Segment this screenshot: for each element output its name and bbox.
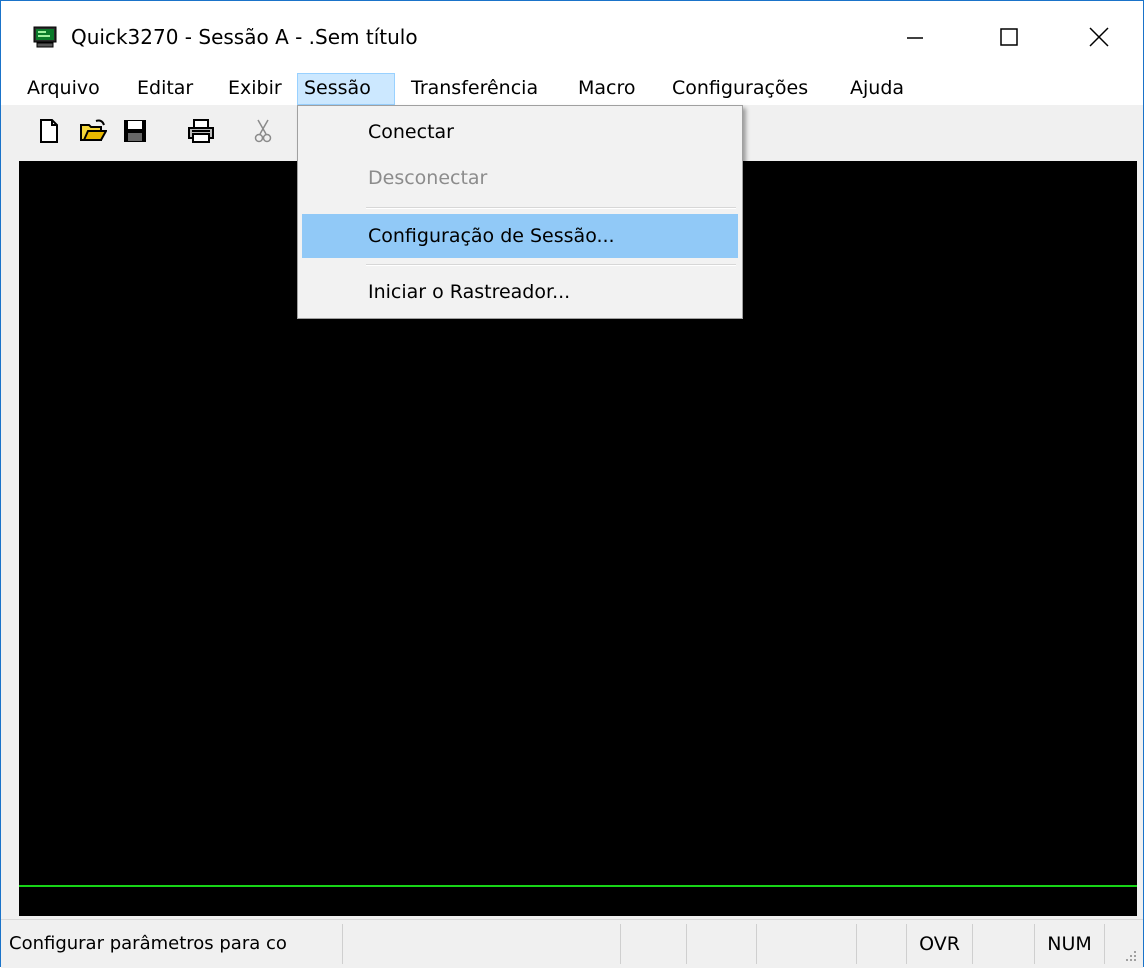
menu-sessao[interactable]: Sessão	[297, 73, 395, 105]
title-bar[interactable]: Quick3270 - Sessão A - .Sem título	[1, 1, 1143, 73]
status-panel-4	[687, 924, 757, 964]
menu-separator	[366, 264, 736, 266]
maximize-button[interactable]	[967, 1, 1051, 73]
menu-exibir[interactable]: Exibir	[222, 73, 288, 105]
status-panel-6	[857, 924, 907, 964]
status-panel-2	[343, 924, 621, 964]
minimize-button[interactable]	[873, 1, 957, 73]
minimize-icon	[907, 37, 923, 39]
close-icon	[1089, 27, 1109, 47]
new-file-icon[interactable]	[35, 117, 63, 145]
maximize-icon	[1000, 28, 1018, 46]
status-message: Configurar parâmetros para co	[5, 924, 343, 964]
app-window: Quick3270 - Sessão A - .Sem título Arqui…	[0, 0, 1144, 968]
menu-separator	[366, 207, 736, 209]
status-panel-3	[621, 924, 687, 964]
menu-configuracoes[interactable]: Configurações	[666, 73, 814, 105]
session-dropdown-menu: Conectar Desconectar Configuração de Ses…	[297, 105, 743, 319]
menu-editar[interactable]: Editar	[131, 73, 199, 105]
status-ovr: OVR	[907, 924, 973, 964]
status-panel-5	[757, 924, 857, 964]
status-num: NUM	[1035, 924, 1105, 964]
status-panel-8	[973, 924, 1035, 964]
cut-icon[interactable]	[249, 117, 277, 145]
status-bar: Configurar parâmetros para co OVR NUM	[1, 919, 1143, 968]
menu-bar: Arquivo Editar Exibir Sessão Transferênc…	[1, 73, 1143, 105]
menu-item-iniciar-rastreador[interactable]: Iniciar o Rastreador...	[302, 270, 738, 314]
save-icon[interactable]	[121, 117, 149, 145]
close-button[interactable]	[1057, 1, 1141, 73]
open-folder-icon[interactable]	[79, 117, 107, 145]
window-title: Quick3270 - Sessão A - .Sem título	[71, 25, 418, 49]
print-icon[interactable]	[187, 117, 215, 145]
terminal-status-line	[19, 885, 1137, 887]
menu-macro[interactable]: Macro	[572, 73, 642, 105]
right-gutter	[1137, 161, 1143, 916]
menu-item-desconectar[interactable]: Desconectar	[302, 156, 738, 200]
menu-item-conectar[interactable]: Conectar	[302, 110, 738, 154]
menu-item-configuracao-sessao[interactable]: Configuração de Sessão...	[302, 214, 738, 258]
menu-transferencia[interactable]: Transferência	[405, 73, 544, 105]
menu-ajuda[interactable]: Ajuda	[844, 73, 910, 105]
terminal-monitor-icon[interactable]	[33, 26, 57, 48]
resize-grip-icon[interactable]	[1123, 948, 1137, 962]
menu-arquivo[interactable]: Arquivo	[21, 73, 106, 105]
